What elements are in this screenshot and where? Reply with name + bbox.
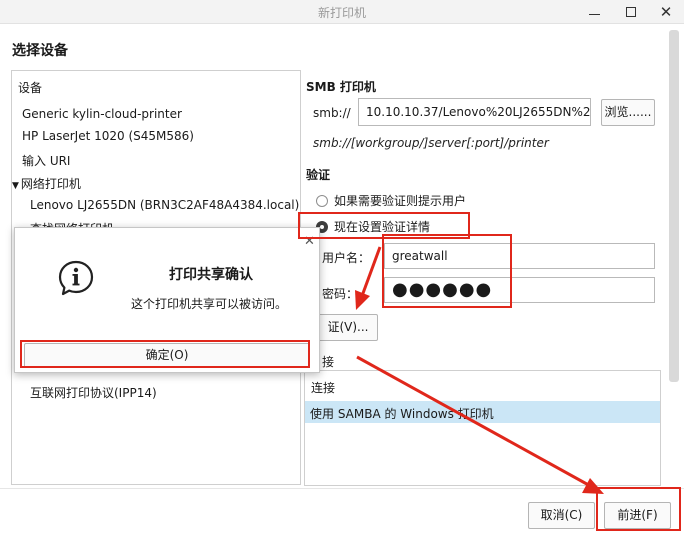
footer-divider [0, 488, 684, 489]
connection-list[interactable]: 连接 使用 SAMBA 的 Windows 打印机 [304, 370, 661, 486]
device-group-network[interactable]: ▼ 网络打印机 [12, 175, 81, 192]
username-label: 用户名： [322, 251, 371, 265]
device-item-ipp[interactable]: 互联网打印协议(IPP14) [30, 384, 157, 401]
title-bar: 新打印机 ✕ [0, 0, 684, 24]
info-icon [58, 260, 94, 296]
radio-prompt-label: 如果需要验证则提示用户 [334, 194, 467, 208]
browse-button[interactable]: 浏览...... [601, 99, 655, 126]
annotation-box-credentials [382, 234, 512, 308]
dialog-message: 这个打印机共享可以被访问。 [131, 297, 288, 311]
scrollbar[interactable] [669, 30, 679, 382]
minimize-button[interactable] [583, 2, 605, 22]
connection-list-header: 连接 [311, 381, 336, 395]
radio-prompt-user[interactable]: 如果需要验证则提示用户 [316, 192, 466, 209]
auth-section-title: 验证 [306, 168, 331, 182]
connection-row-samba[interactable]: 使用 SAMBA 的 Windows 打印机 [305, 401, 660, 423]
device-item-enter-uri[interactable]: 输入 URI [22, 152, 70, 169]
dialog-title: 打印共享确认 [169, 267, 253, 283]
device-item-hp-laserjet[interactable]: HP LaserJet 1020 (S45M586) [22, 129, 194, 143]
page-title: 选择设备 [12, 43, 68, 59]
device-group-label: 网络打印机 [20, 177, 81, 191]
maximize-button[interactable] [620, 2, 642, 22]
window-title: 新打印机 [317, 6, 366, 20]
minimize-icon [588, 14, 600, 15]
smb-section-title: SMB 打印机 [306, 80, 376, 94]
verify-button[interactable]: 证(V)... [318, 314, 378, 341]
password-label: 密码： [322, 287, 359, 301]
device-item-lenovo[interactable]: Lenovo LJ2655DN (BRN3C2AF48A4384.local) [30, 198, 299, 212]
connection-section-title: 接 [322, 355, 335, 369]
device-list-header: 设备 [18, 81, 43, 95]
smb-format-hint: smb://[workgroup/]server[:port]/printer [313, 136, 549, 150]
maximize-icon [626, 7, 636, 17]
radio-off-icon [316, 195, 328, 207]
expand-triangle-icon: ▼ [12, 181, 19, 191]
smb-prefix-label: smb:// [313, 106, 351, 120]
device-item-generic-kylin[interactable]: Generic kylin-cloud-printer [22, 107, 182, 121]
annotation-box-forward [596, 487, 681, 531]
close-button[interactable]: ✕ [655, 2, 677, 22]
cancel-button[interactable]: 取消(C) [528, 502, 595, 529]
smb-url-input[interactable]: 10.10.10.37/Lenovo%20LJ2655DN%20 [358, 98, 591, 126]
annotation-box-ok [20, 340, 310, 368]
